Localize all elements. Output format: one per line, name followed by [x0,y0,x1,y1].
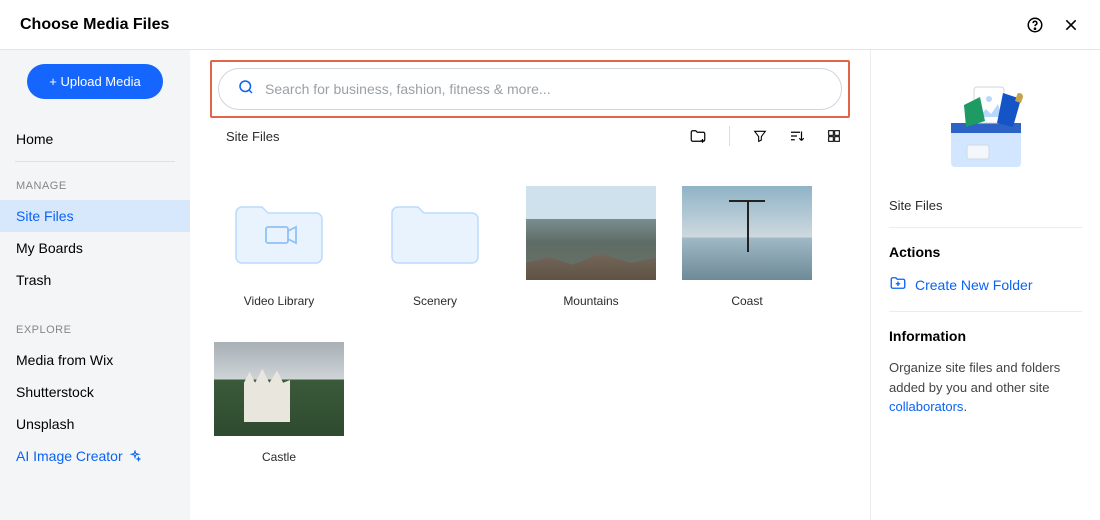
sidebar-item-unsplash[interactable]: Unsplash [0,408,190,440]
sidebar-item-my-boards[interactable]: My Boards [0,232,190,264]
help-icon[interactable] [1026,16,1044,34]
panel-divider [889,227,1082,228]
sidebar-item-label: AI Image Creator [16,448,123,464]
dialog-title: Choose Media Files [20,16,1026,34]
info-text-part: Organize site files and folders added by… [889,360,1060,395]
search-icon [237,78,255,101]
sidebar-item-home[interactable]: Home [0,123,190,155]
toolbar-separator [729,126,730,146]
toolbar-icons [689,126,842,146]
folder-thumbnail [214,186,344,280]
sidebar-item-shutterstock[interactable]: Shutterstock [0,376,190,408]
details-panel: Site Files Actions Create New Folder Inf… [870,50,1100,520]
action-label: Create New Folder [915,277,1033,293]
close-icon[interactable] [1062,16,1080,34]
sidebar-divider [15,161,175,162]
media-grid: Video Library Scenery Mountains Coast [210,160,850,464]
grid-item-label: Mountains [563,294,618,308]
breadcrumb: Site Files [226,129,689,144]
header-actions [1026,16,1080,34]
search-input[interactable] [265,81,823,97]
grid-item-label: Coast [731,294,762,308]
folder-icon [390,199,480,267]
grid-item-image-mountains[interactable]: Mountains [526,186,656,308]
layout: + Upload Media Home MANAGE Site Files My… [0,50,1100,520]
information-heading: Information [889,328,1082,344]
information-text: Organize site files and folders added by… [889,358,1082,417]
folder-icon [234,199,324,267]
image-thumbnail [214,342,344,436]
actions-heading: Actions [889,244,1082,260]
sparkle-icon [129,450,141,462]
sidebar-group-explore: EXPLORE [0,324,190,344]
grid-item-image-castle[interactable]: Castle [214,342,344,464]
grid-view-icon[interactable] [826,128,842,144]
sidebar-item-media-from-wix[interactable]: Media from Wix [0,344,190,376]
sidebar-item-ai-image-creator[interactable]: AI Image Creator [0,440,190,472]
toolbar: Site Files [210,126,850,160]
dialog-header: Choose Media Files [0,0,1100,50]
folder-thumbnail [370,186,500,280]
search-bar[interactable] [218,68,842,110]
create-new-folder-link[interactable]: Create New Folder [889,274,1082,295]
filter-icon[interactable] [752,128,768,144]
sidebar-item-site-files[interactable]: Site Files [0,200,190,232]
grid-item-label: Scenery [413,294,457,308]
folder-plus-icon [889,274,907,295]
panel-title: Site Files [889,198,1082,213]
grid-item-label: Video Library [244,294,315,308]
sort-icon[interactable] [788,127,806,145]
collaborators-link[interactable]: collaborators [889,399,963,414]
panel-illustration [889,70,1082,180]
grid-item-folder-video-library[interactable]: Video Library [214,186,344,308]
sidebar-item-trash[interactable]: Trash [0,264,190,296]
image-thumbnail [682,186,812,280]
search-highlight [210,60,850,118]
image-thumbnail [526,186,656,280]
new-folder-icon[interactable] [689,127,707,145]
sidebar-group-manage: MANAGE [0,180,190,200]
info-text-part: . [963,399,967,414]
main-content: Site Files [190,50,870,520]
grid-item-folder-scenery[interactable]: Scenery [370,186,500,308]
sidebar: + Upload Media Home MANAGE Site Files My… [0,50,190,520]
grid-item-image-coast[interactable]: Coast [682,186,812,308]
grid-item-label: Castle [262,450,296,464]
panel-divider [889,311,1082,312]
upload-media-button[interactable]: + Upload Media [27,64,162,99]
